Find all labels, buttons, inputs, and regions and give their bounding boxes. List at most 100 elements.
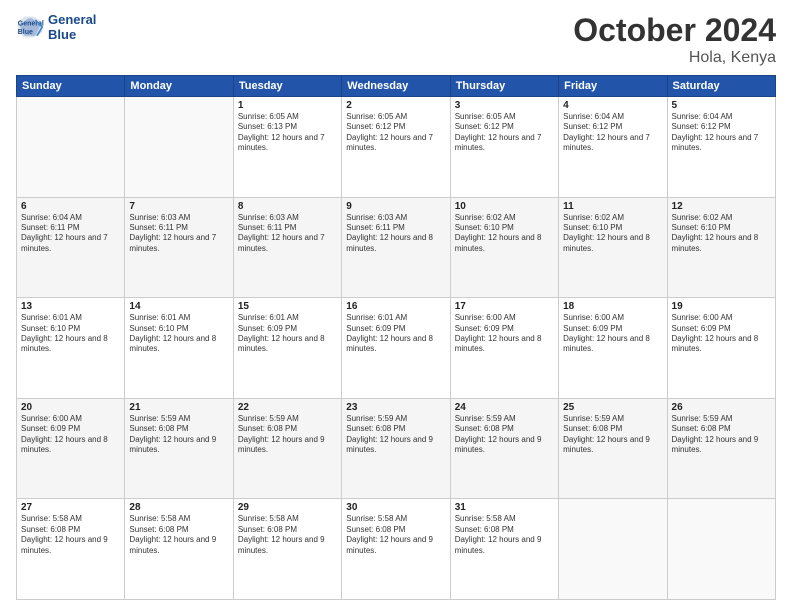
- day-cell: 12Sunrise: 6:02 AM Sunset: 6:10 PM Dayli…: [667, 197, 775, 298]
- day-number: 1: [238, 100, 337, 111]
- day-number: 6: [21, 201, 120, 212]
- day-cell: 2Sunrise: 6:05 AM Sunset: 6:12 PM Daylig…: [342, 97, 450, 198]
- day-cell: [667, 499, 775, 600]
- day-number: 18: [563, 301, 662, 312]
- day-info: Sunrise: 6:03 AM Sunset: 6:11 PM Dayligh…: [346, 213, 445, 255]
- day-info: Sunrise: 6:01 AM Sunset: 6:10 PM Dayligh…: [129, 313, 228, 355]
- week-row-4: 20Sunrise: 6:00 AM Sunset: 6:09 PM Dayli…: [17, 398, 776, 499]
- day-cell: 7Sunrise: 6:03 AM Sunset: 6:11 PM Daylig…: [125, 197, 233, 298]
- day-cell: 1Sunrise: 6:05 AM Sunset: 6:13 PM Daylig…: [233, 97, 341, 198]
- day-cell: 6Sunrise: 6:04 AM Sunset: 6:11 PM Daylig…: [17, 197, 125, 298]
- day-number: 11: [563, 201, 662, 212]
- day-number: 16: [346, 301, 445, 312]
- day-info: Sunrise: 6:04 AM Sunset: 6:11 PM Dayligh…: [21, 213, 120, 255]
- day-cell: 25Sunrise: 5:59 AM Sunset: 6:08 PM Dayli…: [559, 398, 667, 499]
- day-number: 31: [455, 502, 554, 513]
- calendar-table: SundayMondayTuesdayWednesdayThursdayFrid…: [16, 75, 776, 600]
- day-number: 13: [21, 301, 120, 312]
- day-cell: 23Sunrise: 5:59 AM Sunset: 6:08 PM Dayli…: [342, 398, 450, 499]
- day-number: 9: [346, 201, 445, 212]
- day-cell: 24Sunrise: 5:59 AM Sunset: 6:08 PM Dayli…: [450, 398, 558, 499]
- day-cell: 20Sunrise: 6:00 AM Sunset: 6:09 PM Dayli…: [17, 398, 125, 499]
- svg-text:Blue: Blue: [18, 29, 33, 36]
- week-row-1: 1Sunrise: 6:05 AM Sunset: 6:13 PM Daylig…: [17, 97, 776, 198]
- day-number: 27: [21, 502, 120, 513]
- day-info: Sunrise: 5:58 AM Sunset: 6:08 PM Dayligh…: [455, 514, 554, 556]
- day-cell: 30Sunrise: 5:58 AM Sunset: 6:08 PM Dayli…: [342, 499, 450, 600]
- day-info: Sunrise: 5:59 AM Sunset: 6:08 PM Dayligh…: [455, 414, 554, 456]
- day-number: 12: [672, 201, 771, 212]
- week-row-2: 6Sunrise: 6:04 AM Sunset: 6:11 PM Daylig…: [17, 197, 776, 298]
- day-cell: 28Sunrise: 5:58 AM Sunset: 6:08 PM Dayli…: [125, 499, 233, 600]
- weekday-header-wednesday: Wednesday: [342, 76, 450, 97]
- location: Hola, Kenya: [573, 49, 776, 67]
- weekday-header-row: SundayMondayTuesdayWednesdayThursdayFrid…: [17, 76, 776, 97]
- day-info: Sunrise: 6:02 AM Sunset: 6:10 PM Dayligh…: [672, 213, 771, 255]
- day-info: Sunrise: 6:00 AM Sunset: 6:09 PM Dayligh…: [455, 313, 554, 355]
- day-number: 21: [129, 402, 228, 413]
- day-cell: 9Sunrise: 6:03 AM Sunset: 6:11 PM Daylig…: [342, 197, 450, 298]
- weekday-header-thursday: Thursday: [450, 76, 558, 97]
- day-cell: 4Sunrise: 6:04 AM Sunset: 6:12 PM Daylig…: [559, 97, 667, 198]
- day-info: Sunrise: 6:01 AM Sunset: 6:10 PM Dayligh…: [21, 313, 120, 355]
- day-info: Sunrise: 6:04 AM Sunset: 6:12 PM Dayligh…: [672, 112, 771, 154]
- day-number: 30: [346, 502, 445, 513]
- day-info: Sunrise: 6:03 AM Sunset: 6:11 PM Dayligh…: [238, 213, 337, 255]
- day-number: 7: [129, 201, 228, 212]
- day-cell: [559, 499, 667, 600]
- weekday-header-tuesday: Tuesday: [233, 76, 341, 97]
- day-info: Sunrise: 5:59 AM Sunset: 6:08 PM Dayligh…: [238, 414, 337, 456]
- logo-blue: Blue: [48, 27, 96, 42]
- week-row-3: 13Sunrise: 6:01 AM Sunset: 6:10 PM Dayli…: [17, 298, 776, 399]
- day-number: 20: [21, 402, 120, 413]
- page: General Blue General Blue October 2024 H…: [0, 0, 792, 612]
- day-cell: 3Sunrise: 6:05 AM Sunset: 6:12 PM Daylig…: [450, 97, 558, 198]
- month-title: October 2024: [573, 12, 776, 49]
- day-number: 26: [672, 402, 771, 413]
- day-cell: 15Sunrise: 6:01 AM Sunset: 6:09 PM Dayli…: [233, 298, 341, 399]
- day-number: 25: [563, 402, 662, 413]
- day-cell: 22Sunrise: 5:59 AM Sunset: 6:08 PM Dayli…: [233, 398, 341, 499]
- day-info: Sunrise: 5:59 AM Sunset: 6:08 PM Dayligh…: [672, 414, 771, 456]
- day-number: 22: [238, 402, 337, 413]
- day-cell: 13Sunrise: 6:01 AM Sunset: 6:10 PM Dayli…: [17, 298, 125, 399]
- day-info: Sunrise: 5:58 AM Sunset: 6:08 PM Dayligh…: [346, 514, 445, 556]
- day-number: 15: [238, 301, 337, 312]
- day-number: 4: [563, 100, 662, 111]
- title-area: October 2024 Hola, Kenya: [573, 12, 776, 67]
- day-number: 29: [238, 502, 337, 513]
- day-cell: 14Sunrise: 6:01 AM Sunset: 6:10 PM Dayli…: [125, 298, 233, 399]
- day-cell: 8Sunrise: 6:03 AM Sunset: 6:11 PM Daylig…: [233, 197, 341, 298]
- day-cell: 17Sunrise: 6:00 AM Sunset: 6:09 PM Dayli…: [450, 298, 558, 399]
- day-number: 8: [238, 201, 337, 212]
- day-cell: 19Sunrise: 6:00 AM Sunset: 6:09 PM Dayli…: [667, 298, 775, 399]
- day-info: Sunrise: 5:58 AM Sunset: 6:08 PM Dayligh…: [21, 514, 120, 556]
- day-number: 3: [455, 100, 554, 111]
- day-info: Sunrise: 6:00 AM Sunset: 6:09 PM Dayligh…: [672, 313, 771, 355]
- day-cell: 26Sunrise: 5:59 AM Sunset: 6:08 PM Dayli…: [667, 398, 775, 499]
- day-info: Sunrise: 5:59 AM Sunset: 6:08 PM Dayligh…: [563, 414, 662, 456]
- day-number: 19: [672, 301, 771, 312]
- day-info: Sunrise: 6:00 AM Sunset: 6:09 PM Dayligh…: [21, 414, 120, 456]
- day-cell: 11Sunrise: 6:02 AM Sunset: 6:10 PM Dayli…: [559, 197, 667, 298]
- day-cell: 27Sunrise: 5:58 AM Sunset: 6:08 PM Dayli…: [17, 499, 125, 600]
- day-number: 24: [455, 402, 554, 413]
- day-cell: 5Sunrise: 6:04 AM Sunset: 6:12 PM Daylig…: [667, 97, 775, 198]
- day-cell: 18Sunrise: 6:00 AM Sunset: 6:09 PM Dayli…: [559, 298, 667, 399]
- day-number: 10: [455, 201, 554, 212]
- day-info: Sunrise: 5:58 AM Sunset: 6:08 PM Dayligh…: [129, 514, 228, 556]
- day-info: Sunrise: 6:03 AM Sunset: 6:11 PM Dayligh…: [129, 213, 228, 255]
- day-number: 17: [455, 301, 554, 312]
- day-cell: 16Sunrise: 6:01 AM Sunset: 6:09 PM Dayli…: [342, 298, 450, 399]
- day-info: Sunrise: 6:05 AM Sunset: 6:12 PM Dayligh…: [455, 112, 554, 154]
- day-number: 28: [129, 502, 228, 513]
- day-info: Sunrise: 5:58 AM Sunset: 6:08 PM Dayligh…: [238, 514, 337, 556]
- day-info: Sunrise: 6:05 AM Sunset: 6:12 PM Dayligh…: [346, 112, 445, 154]
- day-info: Sunrise: 6:05 AM Sunset: 6:13 PM Dayligh…: [238, 112, 337, 154]
- day-info: Sunrise: 5:59 AM Sunset: 6:08 PM Dayligh…: [346, 414, 445, 456]
- day-info: Sunrise: 6:04 AM Sunset: 6:12 PM Dayligh…: [563, 112, 662, 154]
- day-info: Sunrise: 6:00 AM Sunset: 6:09 PM Dayligh…: [563, 313, 662, 355]
- logo: General Blue General Blue: [16, 12, 96, 42]
- day-cell: [125, 97, 233, 198]
- weekday-header-friday: Friday: [559, 76, 667, 97]
